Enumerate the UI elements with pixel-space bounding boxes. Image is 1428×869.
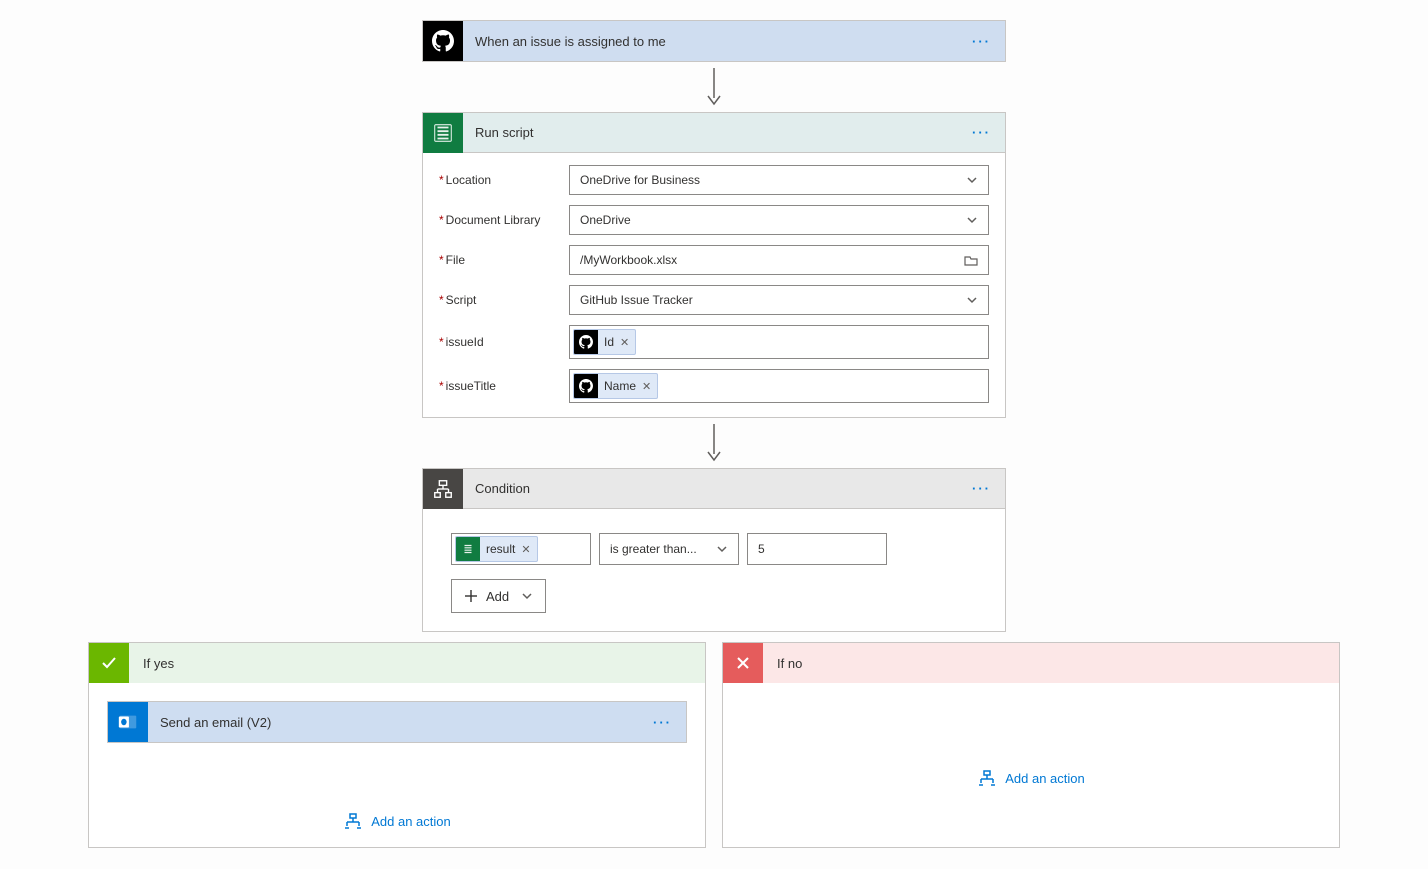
script-select[interactable]: GitHub Issue Tracker xyxy=(569,285,989,315)
github-icon xyxy=(423,21,463,61)
condition-header[interactable]: Condition ··· xyxy=(423,469,1005,509)
dynamic-token-name[interactable]: Name ✕ xyxy=(573,373,658,399)
condition-card: Condition ··· result ✕ is greater than..… xyxy=(422,468,1006,632)
token-remove[interactable]: ✕ xyxy=(620,336,635,349)
trigger-more-menu[interactable]: ··· xyxy=(968,34,995,49)
run-script-more-menu[interactable]: ··· xyxy=(968,125,995,140)
send-email-header[interactable]: Send an email (V2) ··· xyxy=(108,702,686,742)
trigger-header[interactable]: When an issue is assigned to me ··· xyxy=(423,21,1005,61)
branch-no-body: Add an action xyxy=(723,683,1339,823)
send-email-title: Send an email (V2) xyxy=(160,715,637,730)
condition-right-operand[interactable]: 5 xyxy=(747,533,887,565)
chevron-down-icon xyxy=(521,590,533,602)
field-row-location: *Location OneDrive for Business xyxy=(439,165,989,195)
branch-yes-add-action[interactable]: Add an action xyxy=(343,813,451,829)
send-email-card[interactable]: Send an email (V2) ··· xyxy=(107,701,687,743)
field-label: *Script xyxy=(439,293,569,307)
dynamic-token-result[interactable]: result ✕ xyxy=(455,536,538,562)
excel-icon xyxy=(423,113,463,153)
location-select[interactable]: OneDrive for Business xyxy=(569,165,989,195)
condition-operator-select[interactable]: is greater than... xyxy=(599,533,739,565)
branch-yes-title: If yes xyxy=(143,656,174,671)
close-icon xyxy=(723,643,763,683)
dynamic-token-id[interactable]: Id ✕ xyxy=(573,329,636,355)
outlook-icon xyxy=(108,702,148,742)
condition-expression-row: result ✕ is greater than... 5 xyxy=(451,533,977,565)
field-row-issueid: *issueId Id ✕ xyxy=(439,325,989,359)
field-row-issuetitle: *issueTitle Name ✕ xyxy=(439,369,989,403)
condition-add-button[interactable]: Add xyxy=(451,579,546,613)
add-action-icon xyxy=(977,770,997,786)
folder-icon[interactable] xyxy=(964,254,978,266)
chevron-down-icon xyxy=(966,294,978,306)
issueid-input[interactable]: Id ✕ xyxy=(569,325,989,359)
connector-arrow xyxy=(0,424,1428,464)
field-label: *Location xyxy=(439,173,569,187)
run-script-header[interactable]: Run script ··· xyxy=(423,113,1005,153)
branch-no-add-action[interactable]: Add an action xyxy=(977,770,1085,786)
token-remove[interactable]: ✕ xyxy=(521,543,536,556)
token-remove[interactable]: ✕ xyxy=(642,380,657,393)
condition-branches: If yes Send an email (V2) ··· xyxy=(0,642,1428,848)
condition-left-operand[interactable]: result ✕ xyxy=(451,533,591,565)
file-picker[interactable]: /MyWorkbook.xlsx xyxy=(569,245,989,275)
doclib-select[interactable]: OneDrive xyxy=(569,205,989,235)
field-label: *issueId xyxy=(439,335,569,349)
add-action-icon xyxy=(343,813,363,829)
condition-title: Condition xyxy=(475,481,956,496)
field-label: *issueTitle xyxy=(439,379,569,393)
condition-body: result ✕ is greater than... 5 xyxy=(423,509,1005,631)
branch-no-title: If no xyxy=(777,656,802,671)
check-icon xyxy=(89,643,129,683)
run-script-title: Run script xyxy=(475,125,956,140)
field-row-doclib: *Document Library OneDrive xyxy=(439,205,989,235)
github-icon xyxy=(574,374,598,398)
chevron-down-icon xyxy=(966,174,978,186)
chevron-down-icon xyxy=(966,214,978,226)
branch-yes-body: Send an email (V2) ··· Add an action xyxy=(89,683,705,847)
chevron-down-icon xyxy=(716,543,728,555)
field-row-file: *File /MyWorkbook.xlsx xyxy=(439,245,989,275)
run-script-body: *Location OneDrive for Business *Documen… xyxy=(423,153,1005,417)
branch-yes-header: If yes xyxy=(89,643,705,683)
field-row-script: *Script GitHub Issue Tracker xyxy=(439,285,989,315)
github-icon xyxy=(574,330,598,354)
send-email-more-menu[interactable]: ··· xyxy=(649,715,676,730)
branch-no: If no Add an action xyxy=(722,642,1340,848)
trigger-card[interactable]: When an issue is assigned to me ··· xyxy=(422,20,1006,62)
connector-arrow xyxy=(0,68,1428,108)
condition-more-menu[interactable]: ··· xyxy=(968,481,995,496)
trigger-title: When an issue is assigned to me xyxy=(475,34,956,49)
condition-icon xyxy=(423,469,463,509)
issuetitle-input[interactable]: Name ✕ xyxy=(569,369,989,403)
branch-no-header: If no xyxy=(723,643,1339,683)
plus-icon xyxy=(464,589,478,603)
run-script-card: Run script ··· *Location OneDrive for Bu… xyxy=(422,112,1006,418)
excel-icon xyxy=(456,537,480,561)
branch-yes: If yes Send an email (V2) ··· xyxy=(88,642,706,848)
field-label: *File xyxy=(439,253,569,267)
field-label: *Document Library xyxy=(439,213,569,227)
